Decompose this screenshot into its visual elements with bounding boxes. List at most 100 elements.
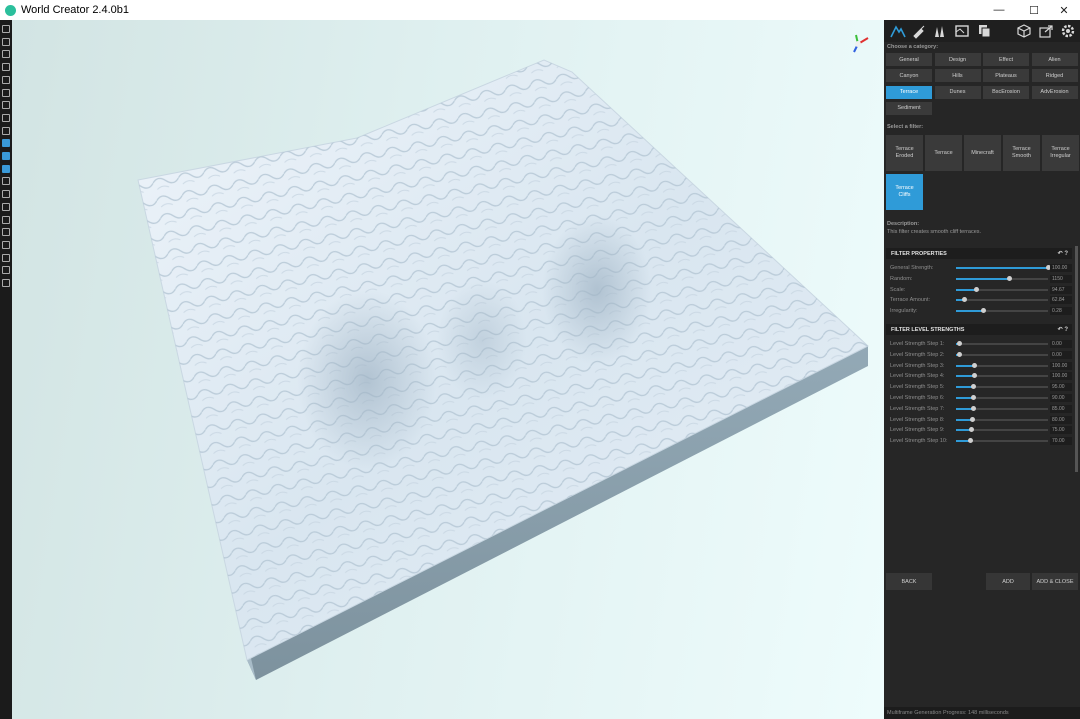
save-icon[interactable] <box>2 50 10 59</box>
level-strength-slider[interactable] <box>956 427 1048 433</box>
filter-property-slider[interactable] <box>956 286 1048 292</box>
filter-property-slider[interactable] <box>956 265 1051 270</box>
level-strength-slider-handle[interactable] <box>956 351 962 357</box>
level-strength-slider-handle[interactable] <box>972 362 978 368</box>
tool-icon[interactable] <box>2 279 10 287</box>
brush-icon[interactable] <box>2 152 10 160</box>
minimize-button[interactable]: — <box>983 0 1015 20</box>
level-strength-slider[interactable] <box>956 341 1048 346</box>
reset-help-icon[interactable]: ↶ ? <box>1058 326 1068 333</box>
path-icon[interactable] <box>2 190 10 199</box>
filter-terrace-eroded[interactable]: Terrace Eroded <box>886 135 923 171</box>
layers-tab-icon[interactable] <box>976 23 992 39</box>
map-icon[interactable] <box>2 101 10 110</box>
level-strength-value-field[interactable]: 100.00 <box>1050 372 1072 381</box>
level-strength-value-field[interactable]: 95.00 <box>1050 383 1072 392</box>
filter-property-value-field[interactable]: 62.84 <box>1050 296 1072 305</box>
level-strength-slider-handle[interactable] <box>970 395 976 400</box>
level-strength-value-field[interactable]: 75.00 <box>1050 426 1072 435</box>
filter-property-value-field[interactable]: 94.67 <box>1050 285 1072 294</box>
reset-help-icon[interactable]: ↶ ? <box>1058 250 1068 257</box>
category-hills[interactable]: Hills <box>934 69 981 83</box>
back-button[interactable]: BACK <box>886 573 932 590</box>
category-canyon[interactable]: Canyon <box>886 69 932 83</box>
level-strength-slider-handle[interactable] <box>967 438 973 444</box>
category-effect[interactable]: Effect <box>983 53 1029 66</box>
paint-tab-icon[interactable] <box>911 23 927 39</box>
level-strength-slider[interactable] <box>956 438 1048 444</box>
export-icon[interactable] <box>2 75 10 84</box>
grid-icon[interactable] <box>2 228 10 237</box>
level-strength-value-field[interactable]: 90.00 <box>1050 394 1072 402</box>
filter-property-slider[interactable] <box>956 275 1048 281</box>
category-ridged[interactable]: Ridged <box>1031 69 1078 83</box>
filter-property-slider-handle[interactable] <box>962 297 968 303</box>
level-strength-slider[interactable] <box>956 416 1048 422</box>
level-strength-value-field[interactable]: 85.00 <box>1050 404 1072 413</box>
image-icon[interactable] <box>2 240 10 249</box>
settings-tab-icon[interactable] <box>1060 23 1076 39</box>
filter-minecraft[interactable]: Minecraft <box>964 135 1001 171</box>
level-strength-value-field[interactable]: 80.00 <box>1050 415 1072 424</box>
category-dunes[interactable]: Dunes <box>934 85 981 99</box>
filter-terrace-cliffs[interactable]: Terrace Cliffs <box>886 174 923 210</box>
category-design[interactable]: Design <box>934 53 981 66</box>
map-tab-icon[interactable] <box>954 23 970 39</box>
category-alien[interactable]: Alien <box>1031 53 1078 66</box>
filter-terrace-smooth[interactable]: Terrace Smooth <box>1003 135 1040 171</box>
level-strength-slider-handle[interactable] <box>972 373 978 379</box>
filter-terrace-irregular[interactable]: Terrace Irregular <box>1042 135 1079 171</box>
category-sediment[interactable]: Sediment <box>886 101 932 115</box>
save-as-icon[interactable] <box>2 63 10 72</box>
category-terrace[interactable]: Terrace <box>886 85 932 99</box>
category-bscerosion[interactable]: BscErosion <box>983 85 1029 99</box>
close-x-icon[interactable] <box>2 215 10 224</box>
category-adverosion[interactable]: AdvErosion <box>1031 85 1078 99</box>
filter-property-slider-handle[interactable] <box>974 286 980 292</box>
filter-property-slider-handle[interactable] <box>980 308 986 314</box>
category-general[interactable]: General <box>886 53 932 66</box>
layers-icon[interactable] <box>2 164 10 173</box>
trees-tab-icon[interactable] <box>932 23 948 39</box>
settings-icon[interactable] <box>2 88 10 97</box>
camera-icon[interactable] <box>2 202 10 211</box>
level-strength-slider-handle[interactable] <box>968 427 974 433</box>
filter-property-slider[interactable] <box>956 308 1048 314</box>
level-strength-slider-handle[interactable] <box>956 341 962 346</box>
level-strength-slider-handle[interactable] <box>971 384 977 390</box>
add-button[interactable]: ADD <box>986 573 1030 590</box>
globe-icon[interactable] <box>2 126 10 135</box>
crown-icon[interactable] <box>2 177 10 186</box>
filter-property-value-field[interactable]: 100.00 <box>1050 264 1072 272</box>
new-file-icon[interactable] <box>2 25 10 33</box>
level-strength-slider-handle[interactable] <box>969 416 975 422</box>
level-strength-value-field[interactable]: 100.00 <box>1050 361 1072 370</box>
3d-viewport[interactable] <box>12 20 884 719</box>
level-strength-value-field[interactable]: 70.00 <box>1050 437 1072 446</box>
gear-icon[interactable] <box>2 266 10 275</box>
filter-property-value-field[interactable]: 1150 <box>1050 274 1072 283</box>
level-strength-slider[interactable] <box>956 373 1048 379</box>
level-strength-slider[interactable] <box>956 362 1048 368</box>
close-button[interactable]: ✕ <box>1048 0 1080 20</box>
maximize-button[interactable]: ☐ <box>1018 0 1050 20</box>
terrain-icon[interactable] <box>2 139 10 148</box>
binoculars-icon[interactable] <box>2 113 10 122</box>
sphere-icon[interactable] <box>2 253 10 262</box>
terrain-tab-icon[interactable] <box>890 23 906 39</box>
level-strength-slider[interactable] <box>956 351 1048 357</box>
panel-scrollbar[interactable] <box>1075 246 1078 472</box>
filter-property-slider[interactable] <box>956 297 1048 303</box>
add-close-button[interactable]: ADD & CLOSE <box>1032 573 1078 590</box>
category-plateaus[interactable]: Plateaus <box>983 69 1029 83</box>
filter-property-value-field[interactable]: 0.28 <box>1050 307 1072 316</box>
level-strength-slider[interactable] <box>956 405 1048 411</box>
orientation-gizmo-icon[interactable] <box>848 32 872 56</box>
filter-terrace[interactable]: Terrace <box>925 135 962 171</box>
share-tab-icon[interactable] <box>1038 23 1054 39</box>
level-strength-value-field[interactable]: 0.00 <box>1050 340 1072 348</box>
level-strength-slider[interactable] <box>956 384 1048 390</box>
cube-tab-icon[interactable] <box>1016 23 1032 39</box>
filter-property-slider-handle[interactable] <box>1007 275 1013 281</box>
level-strength-value-field[interactable]: 0.00 <box>1050 350 1072 359</box>
